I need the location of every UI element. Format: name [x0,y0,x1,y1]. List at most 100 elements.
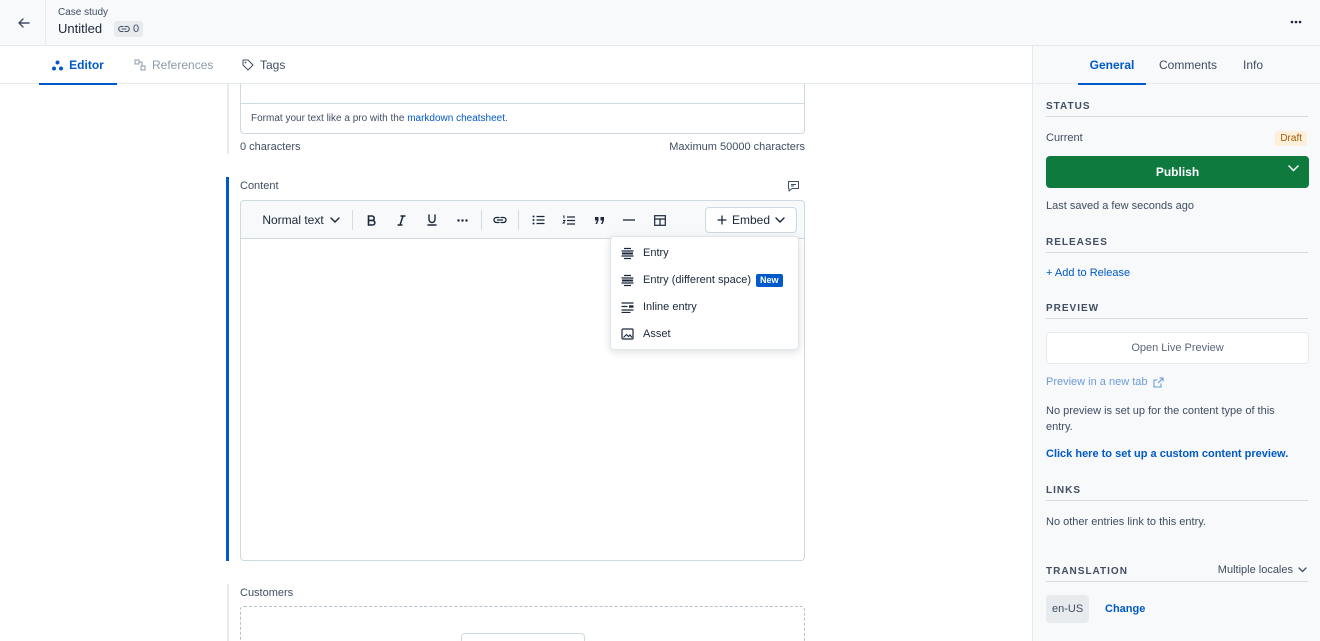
table-icon [654,214,666,226]
active-tab-indicator [39,83,117,85]
tab-editor[interactable]: Editor [39,46,117,85]
hyperlink-button[interactable] [490,208,510,232]
editor-tabs: Editor References Tags [0,46,1032,85]
link-icon [493,216,507,224]
horizontal-rule-button[interactable] [619,208,639,232]
bold-button[interactable] [361,208,381,232]
toolbar-separator [481,210,482,230]
add-to-release-link[interactable]: + Add to Release [1046,267,1130,279]
field-divider [241,103,804,104]
change-locale-link[interactable]: Change [1105,603,1145,615]
plus-icon [717,215,727,225]
no-preview-text: No preview is set up for the content typ… [1046,405,1275,433]
open-live-preview-button[interactable]: Open Live Preview [1046,332,1309,364]
customers-reference-field[interactable] [240,606,805,641]
sidebar-tab-info[interactable]: Info [1243,46,1263,84]
customers-field-label: Customers [240,587,294,599]
publish-button-label: Publish [1155,165,1200,179]
menu-item-asset[interactable]: Asset [611,321,798,347]
new-badge: New [756,273,783,287]
image-icon [621,328,634,340]
markdown-hint: Format your text like a pro with the mar… [251,113,508,124]
format-select[interactable]: Normal text [251,208,351,232]
inline-entry-icon [621,301,634,313]
menu-item-inline-entry[interactable]: Inline entry [611,294,798,320]
references-count: 0 [133,23,140,35]
chevron-down-icon [1298,567,1307,573]
menu-item-entry-different-space-label: Entry (different space) [643,274,752,286]
preview-new-tab-label: Preview in a new tab [1046,376,1148,388]
embed-dropdown-menu: Entry Entry (different space) New Inline… [610,236,799,350]
status-heading: STATUS [1046,101,1308,117]
comment-button[interactable] [787,180,800,195]
releases-heading: RELEASES [1046,237,1308,253]
more-horizontal-icon [456,218,468,222]
toolbar-separator [352,210,353,230]
editor-toolbar: Normal text Embed [241,201,804,239]
references-icon [134,59,146,71]
format-select-value: Normal text [262,213,324,227]
underline-button[interactable] [422,208,442,232]
underline-icon [427,214,437,226]
bold-icon [367,214,376,226]
last-saved-text: Last saved a few seconds ago [1046,200,1194,212]
editor-icon [52,60,64,70]
embed-button[interactable]: Embed [705,207,797,233]
sidebar-tab-info-label: Info [1243,58,1264,72]
description-field[interactable]: Format your text like a pro with the mar… [240,84,805,134]
italic-icon [397,214,405,226]
entry-title: Untitled [58,21,103,36]
references-badge[interactable]: 0 [114,21,144,37]
status-badge: Draft [1275,131,1307,146]
hint-prefix: Format your text like a pro with the [251,113,405,124]
tab-references-label: References [152,58,214,72]
italic-button[interactable] [391,208,411,232]
current-status-label: Current [1046,132,1083,144]
tab-tags[interactable]: Tags [242,46,285,84]
comment-icon [788,181,799,192]
menu-item-entry-different-space[interactable]: Entry (different space) New [611,267,798,293]
tab-tags-label: Tags [260,58,286,72]
locale-mode-value: Multiple locales [1217,564,1293,576]
locale-mode-select[interactable]: Multiple locales [1218,564,1307,576]
sidebar-tab-general[interactable]: General [1078,46,1146,85]
chevron-down-icon[interactable] [1288,165,1299,172]
horizontal-rule-icon [623,219,635,221]
toolbar-separator [518,210,519,230]
field-indicator-description [227,84,229,154]
preview-heading: PREVIEW [1046,303,1308,319]
entry-sidebar: General Comments Info STATUS Current Dra… [1032,46,1320,641]
content-type-label: Case study [58,7,109,18]
add-customer-button[interactable] [461,633,585,641]
menu-item-entry[interactable]: Entry [611,240,798,266]
field-indicator-customers [227,584,229,641]
table-button[interactable] [650,208,670,232]
quote-icon [594,216,604,224]
link-icon [118,25,130,33]
block-entry-icon [621,247,634,259]
embed-button-label: Embed [731,213,771,227]
tag-icon [242,59,254,71]
quote-button[interactable] [589,208,609,232]
numbered-list-button[interactable] [558,208,578,232]
more-options-button[interactable] [1284,10,1308,34]
locale-chip: en-US [1046,595,1090,623]
top-bar: Case study Untitled 0 [0,0,1320,46]
sidebar-tabs: General Comments Info [1033,46,1320,85]
setup-preview-link[interactable]: Click here to set up a custom content pr… [1046,448,1288,460]
hint-suffix: . [505,113,508,124]
menu-item-asset-label: Asset [643,328,671,340]
arrow-left-icon [18,18,30,28]
bulleted-list-button[interactable] [528,208,548,232]
links-text: No other entries link to this entry. [1046,516,1206,528]
back-button[interactable] [8,7,40,39]
field-indicator-content-active [226,177,229,561]
publish-button[interactable]: Publish [1046,156,1309,188]
more-formatting-button[interactable] [452,208,472,232]
tab-references[interactable]: References [134,46,213,84]
preview-new-tab-link[interactable]: Preview in a new tab [1046,376,1164,388]
sidebar-tab-comments[interactable]: Comments [1159,46,1217,84]
external-link-icon [1152,376,1164,388]
char-max: Maximum 50000 characters [669,141,805,153]
markdown-cheatsheet-link[interactable]: markdown cheatsheet [407,113,505,124]
